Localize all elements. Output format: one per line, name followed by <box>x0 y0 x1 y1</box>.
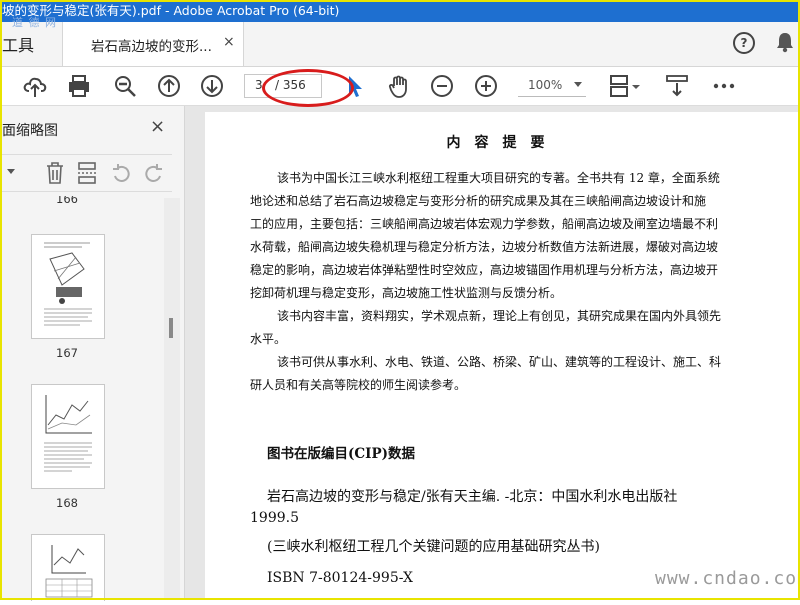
chevron-down-icon <box>574 82 582 87</box>
zoom-out-icon[interactable] <box>429 73 455 99</box>
thumbnail-image <box>45 545 93 598</box>
panel-title: 面缩略图 <box>2 123 58 139</box>
zoom-out-magnifier-icon[interactable] <box>112 73 138 99</box>
thumbnail-page[interactable] <box>31 234 105 339</box>
cip-line: 岩石高边坡的变形与稳定/张有天主编. -北京：中国水利水电出版社 <box>267 489 678 505</box>
watermark-top: 道 德 网 <box>12 16 57 29</box>
tab-document[interactable]: 岩石高边坡的变形... × <box>62 22 244 66</box>
thumbnail-image <box>44 242 92 326</box>
window-title-bar: 坡的变形与稳定(张有天).pdf - Adobe Acrobat Pro (64… <box>0 0 800 22</box>
page-down-icon[interactable] <box>199 73 225 99</box>
scrollbar-thumb[interactable] <box>169 318 173 338</box>
paragraph-line: 稳定的影响，高边坡岩体弹粘塑性时空效应，高边坡锚固作用机理与分析方法，高边坡开 <box>250 263 719 277</box>
more-icon[interactable] <box>711 73 737 99</box>
thumbnail-panel: 面缩略图 × 166 167 168 <box>0 106 185 601</box>
thumbnail-image <box>44 395 92 472</box>
tab-tools[interactable]: 工具 <box>0 32 34 56</box>
paragraph-line: 研人员和有关高等院校的师生阅读参考。 <box>250 378 467 392</box>
zoom-dropdown[interactable]: 100% <box>518 74 586 97</box>
thumbnail-label: 166 <box>56 196 78 206</box>
page-number-highlight <box>262 69 354 107</box>
panel-scrollbar[interactable] <box>164 198 180 600</box>
tab-bar: 工具 岩石高边坡的变形... × <box>0 22 800 67</box>
cip-title: 图书在版编目(CIP)数据 <box>267 446 415 462</box>
document-tab-label: 岩石高边坡的变形... <box>91 39 212 55</box>
paragraph-line: 该书为中国长江三峡水利枢纽工程重大项目研究的专著。全书共有 12 章，全面系统 <box>277 171 720 185</box>
trash-icon[interactable] <box>44 161 66 185</box>
paragraph-line: 地论述和总结了岩石高边坡稳定与变形分析的研究成果及其在三峡船闸高边坡设计和施 <box>250 194 707 208</box>
help-icon[interactable]: ? <box>733 32 755 54</box>
thumbnail-label: 168 <box>56 496 78 510</box>
rotate-right-icon[interactable] <box>143 163 165 185</box>
rotate-left-icon[interactable] <box>110 163 132 185</box>
main-toolbar: 3 / 356 100% <box>0 67 800 106</box>
cip-line: (三峡水利枢纽工程几个关键问题的应用基础研究丛书) <box>267 539 600 555</box>
page-heading: 内容提要 <box>446 135 559 151</box>
page-up-icon[interactable] <box>156 73 182 99</box>
extract-pages-icon[interactable] <box>76 161 98 185</box>
close-tab-icon[interactable]: × <box>223 34 235 50</box>
document-page: 内容提要 该书为中国长江三峡水利枢纽工程重大项目研究的专著。全书共有 12 章，… <box>205 112 800 600</box>
bell-icon[interactable] <box>775 31 795 53</box>
zoom-value: 100% <box>528 78 563 92</box>
cip-line: ISBN 7-80124-995-X <box>267 570 413 586</box>
print-icon[interactable] <box>66 73 92 99</box>
upload-icon[interactable] <box>22 73 48 99</box>
page-view-icon[interactable] <box>608 73 644 99</box>
watermark-bottom: www.cndao.com <box>655 568 800 589</box>
paragraph-line: 工的应用，主要包括：三峡船闸高边坡岩体宏观力学参数，船闸高边坡及闸室边墙最不利 <box>250 217 719 231</box>
zoom-in-icon[interactable] <box>473 73 499 99</box>
thumbnail-label: 167 <box>56 346 78 360</box>
thumbnail-page[interactable] <box>31 534 105 601</box>
document-view: 内容提要 该书为中国长江三峡水利枢纽工程重大项目研究的专著。全书共有 12 章，… <box>185 106 800 600</box>
paragraph-line: 挖卸荷机理与稳定变形，高边坡施工性状监测与反馈分析。 <box>250 286 563 300</box>
scroll-mode-icon[interactable] <box>664 73 690 99</box>
paragraph-line: 该书内容丰富，资料翔实，学术观点新，理论上有创见，其研究成果在国内外具领先 <box>277 309 722 323</box>
paragraph-line: 该书可供从事水利、水电、铁道、公路、桥梁、矿山、建筑等的工程设计、施工、科 <box>277 355 722 369</box>
paragraph-line: 水荷载，船闸高边坡失稳机理与稳定分析方法，边坡分析数值方法新进展，爆破对高边坡 <box>250 240 719 254</box>
close-panel-icon[interactable]: × <box>150 116 165 137</box>
hand-icon[interactable] <box>386 73 412 99</box>
panel-toolbar <box>0 154 172 192</box>
paragraph-line: 水平。 <box>250 332 287 346</box>
cip-line: 1999.5 <box>250 510 299 526</box>
chevron-down-icon[interactable] <box>6 168 16 176</box>
thumbnail-page[interactable] <box>31 384 105 489</box>
